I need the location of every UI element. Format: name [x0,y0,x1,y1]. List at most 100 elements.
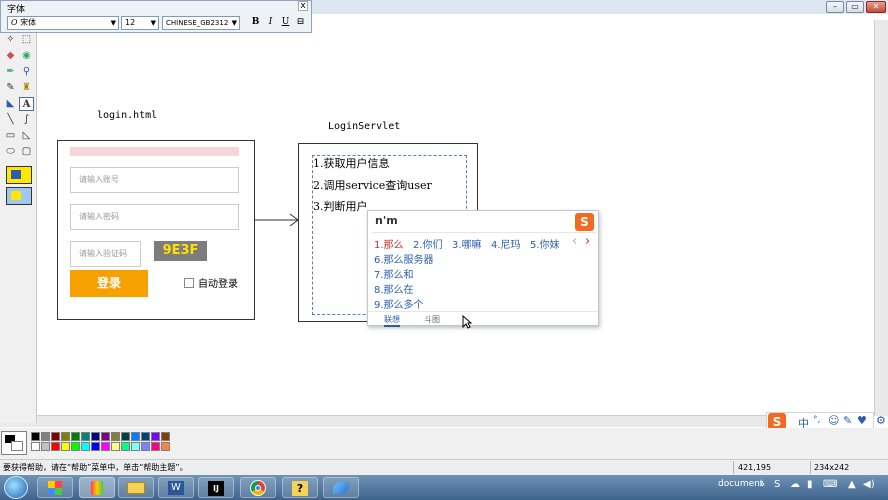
polygon-icon[interactable]: ◺ [19,129,34,143]
start-button-icon[interactable] [4,476,28,499]
palette-swatch[interactable] [131,432,140,441]
next-page-icon[interactable]: › [585,234,590,249]
magnifier-icon[interactable]: ⚲ [19,65,34,79]
rounded-rect-icon[interactable]: ▢ [19,145,34,159]
palette-swatch[interactable] [141,442,150,451]
tab-suggest[interactable]: 联想 [384,314,400,327]
document-toolbar-label[interactable]: document [718,479,763,489]
palette-swatch[interactable] [71,442,80,451]
palette-swatch[interactable] [91,432,100,441]
picker-icon[interactable]: ✒ [3,65,18,79]
palette-swatch[interactable] [161,442,170,451]
rectangle-icon[interactable]: ▭ [3,129,18,143]
font-size-select[interactable]: 12 ▼ [121,16,159,30]
ime-candidate-9[interactable]: 9.那么多个 [374,296,424,311]
pencil-icon[interactable]: ✎ [3,81,18,95]
transparent-mode-icon[interactable] [6,187,32,205]
palette-swatch[interactable] [151,432,160,441]
tray-cloud-icon[interactable]: ☁ [790,479,800,490]
palette-swatch[interactable] [61,432,70,441]
ime-candidate-1[interactable]: 1.那么 [374,236,404,251]
palette-swatch[interactable] [121,442,130,451]
font-toolbar-close-icon[interactable]: x [298,1,308,11]
tray-sogou-icon[interactable]: S [774,479,780,490]
prev-page-icon[interactable]: ‹ [572,234,577,249]
ime-candidate-6[interactable]: 6.那么服务器 [374,251,434,266]
vertical-text-button[interactable]: ⊟ [294,16,307,29]
minimize-button[interactable]: – [826,1,844,13]
taskbar-app-word-icon[interactable]: W [158,477,194,498]
palette-swatch[interactable] [81,442,90,451]
ime-candidate-5[interactable]: 5.你妹 [530,236,560,251]
underline-button[interactable]: U [279,16,292,29]
tab-sticker[interactable]: 斗图 [424,314,440,325]
text-tool-icon[interactable]: A [19,97,34,111]
bold-button[interactable]: B [249,16,262,29]
taskbar-app-feather-icon[interactable] [323,477,359,498]
vertical-scrollbar[interactable] [874,20,888,416]
tray-notification-icon[interactable]: ▲ [848,479,856,490]
palette-swatch[interactable] [51,432,60,441]
free-select-icon[interactable]: ✧ [3,33,18,47]
palette-swatch[interactable] [31,432,40,441]
eraser-icon[interactable]: ◆ [3,49,18,63]
palette-swatch[interactable] [41,442,50,451]
ime-candidate-8[interactable]: 8.那么在 [374,281,414,296]
background-color[interactable] [11,441,23,451]
opaque-mode-icon[interactable] [6,166,32,184]
taskbar-app-paint-icon[interactable] [79,477,115,498]
ellipse-icon[interactable]: ⬭ [3,145,18,159]
palette-swatch[interactable] [101,432,110,441]
handwriting-icon[interactable]: ✎ [843,414,852,427]
ime-candidate-4[interactable]: 4.尼玛 [491,236,521,251]
tray-keyboard-icon[interactable]: ⌨ [823,479,837,490]
taskbar-app-intellij-icon[interactable]: IJ [198,477,234,498]
palette-swatch[interactable] [131,442,140,451]
settings-icon[interactable]: ⚙ [876,414,886,427]
emoji-icon[interactable]: ☺ [828,414,839,427]
palette-swatch[interactable] [71,432,80,441]
rect-select-icon[interactable]: ⬚ [19,33,34,47]
palette-swatch[interactable] [111,432,120,441]
close-button[interactable]: ✕ [866,1,886,13]
font-size-value: 12 [125,18,136,27]
tray-volume-icon[interactable]: ◀) [863,479,875,490]
palette-swatch[interactable] [121,432,130,441]
palette-swatch[interactable] [101,442,110,451]
palette-swatch[interactable] [81,432,90,441]
taskbar-app-chrome-icon[interactable] [240,477,276,498]
palette-swatch[interactable] [151,442,160,451]
maximize-button[interactable]: ▭ [846,1,864,13]
horizontal-scrollbar[interactable] [0,415,874,427]
ime-candidate-7[interactable]: 7.那么和 [374,266,414,281]
tray-network-icon[interactable]: ▮ [807,479,813,490]
airbrush-icon[interactable]: ◣ [3,97,18,111]
palette-swatch[interactable] [41,432,50,441]
skin-icon[interactable]: ♥ [857,414,867,427]
palette-swatch[interactable] [31,442,40,451]
punctuation-icon[interactable]: °, [813,415,820,425]
palette-swatch[interactable] [51,442,60,451]
taskbar-app-help-icon[interactable]: ? [282,477,318,498]
ime-candidate-3[interactable]: 3.哪嘛 [452,236,482,251]
palette-swatch[interactable] [161,432,170,441]
tray-expand-icon[interactable]: » [759,479,765,490]
line-icon[interactable]: ╲ [3,113,18,127]
brush-icon[interactable]: ♜ [19,81,34,95]
fill-icon[interactable]: ◉ [19,49,34,63]
captcha-image: 9E3F [154,241,207,261]
curve-icon[interactable]: ∫ [19,113,34,127]
taskbar-app-explorer-icon[interactable] [37,477,73,498]
taskbar-app-folder-icon[interactable] [118,477,154,498]
current-colors[interactable] [1,431,27,455]
charset-select[interactable]: CHINESE_GB2312 ▼ [162,16,240,30]
palette-swatch[interactable] [91,442,100,451]
mouse-cursor-icon [462,315,472,329]
italic-button[interactable]: I [264,16,277,29]
intellij-label: IJ [208,481,224,496]
font-name-select[interactable]: O 宋体 ▼ [7,16,119,30]
palette-swatch[interactable] [111,442,120,451]
palette-swatch[interactable] [61,442,70,451]
palette-swatch[interactable] [141,432,150,441]
ime-candidate-2[interactable]: 2.你们 [413,236,443,251]
